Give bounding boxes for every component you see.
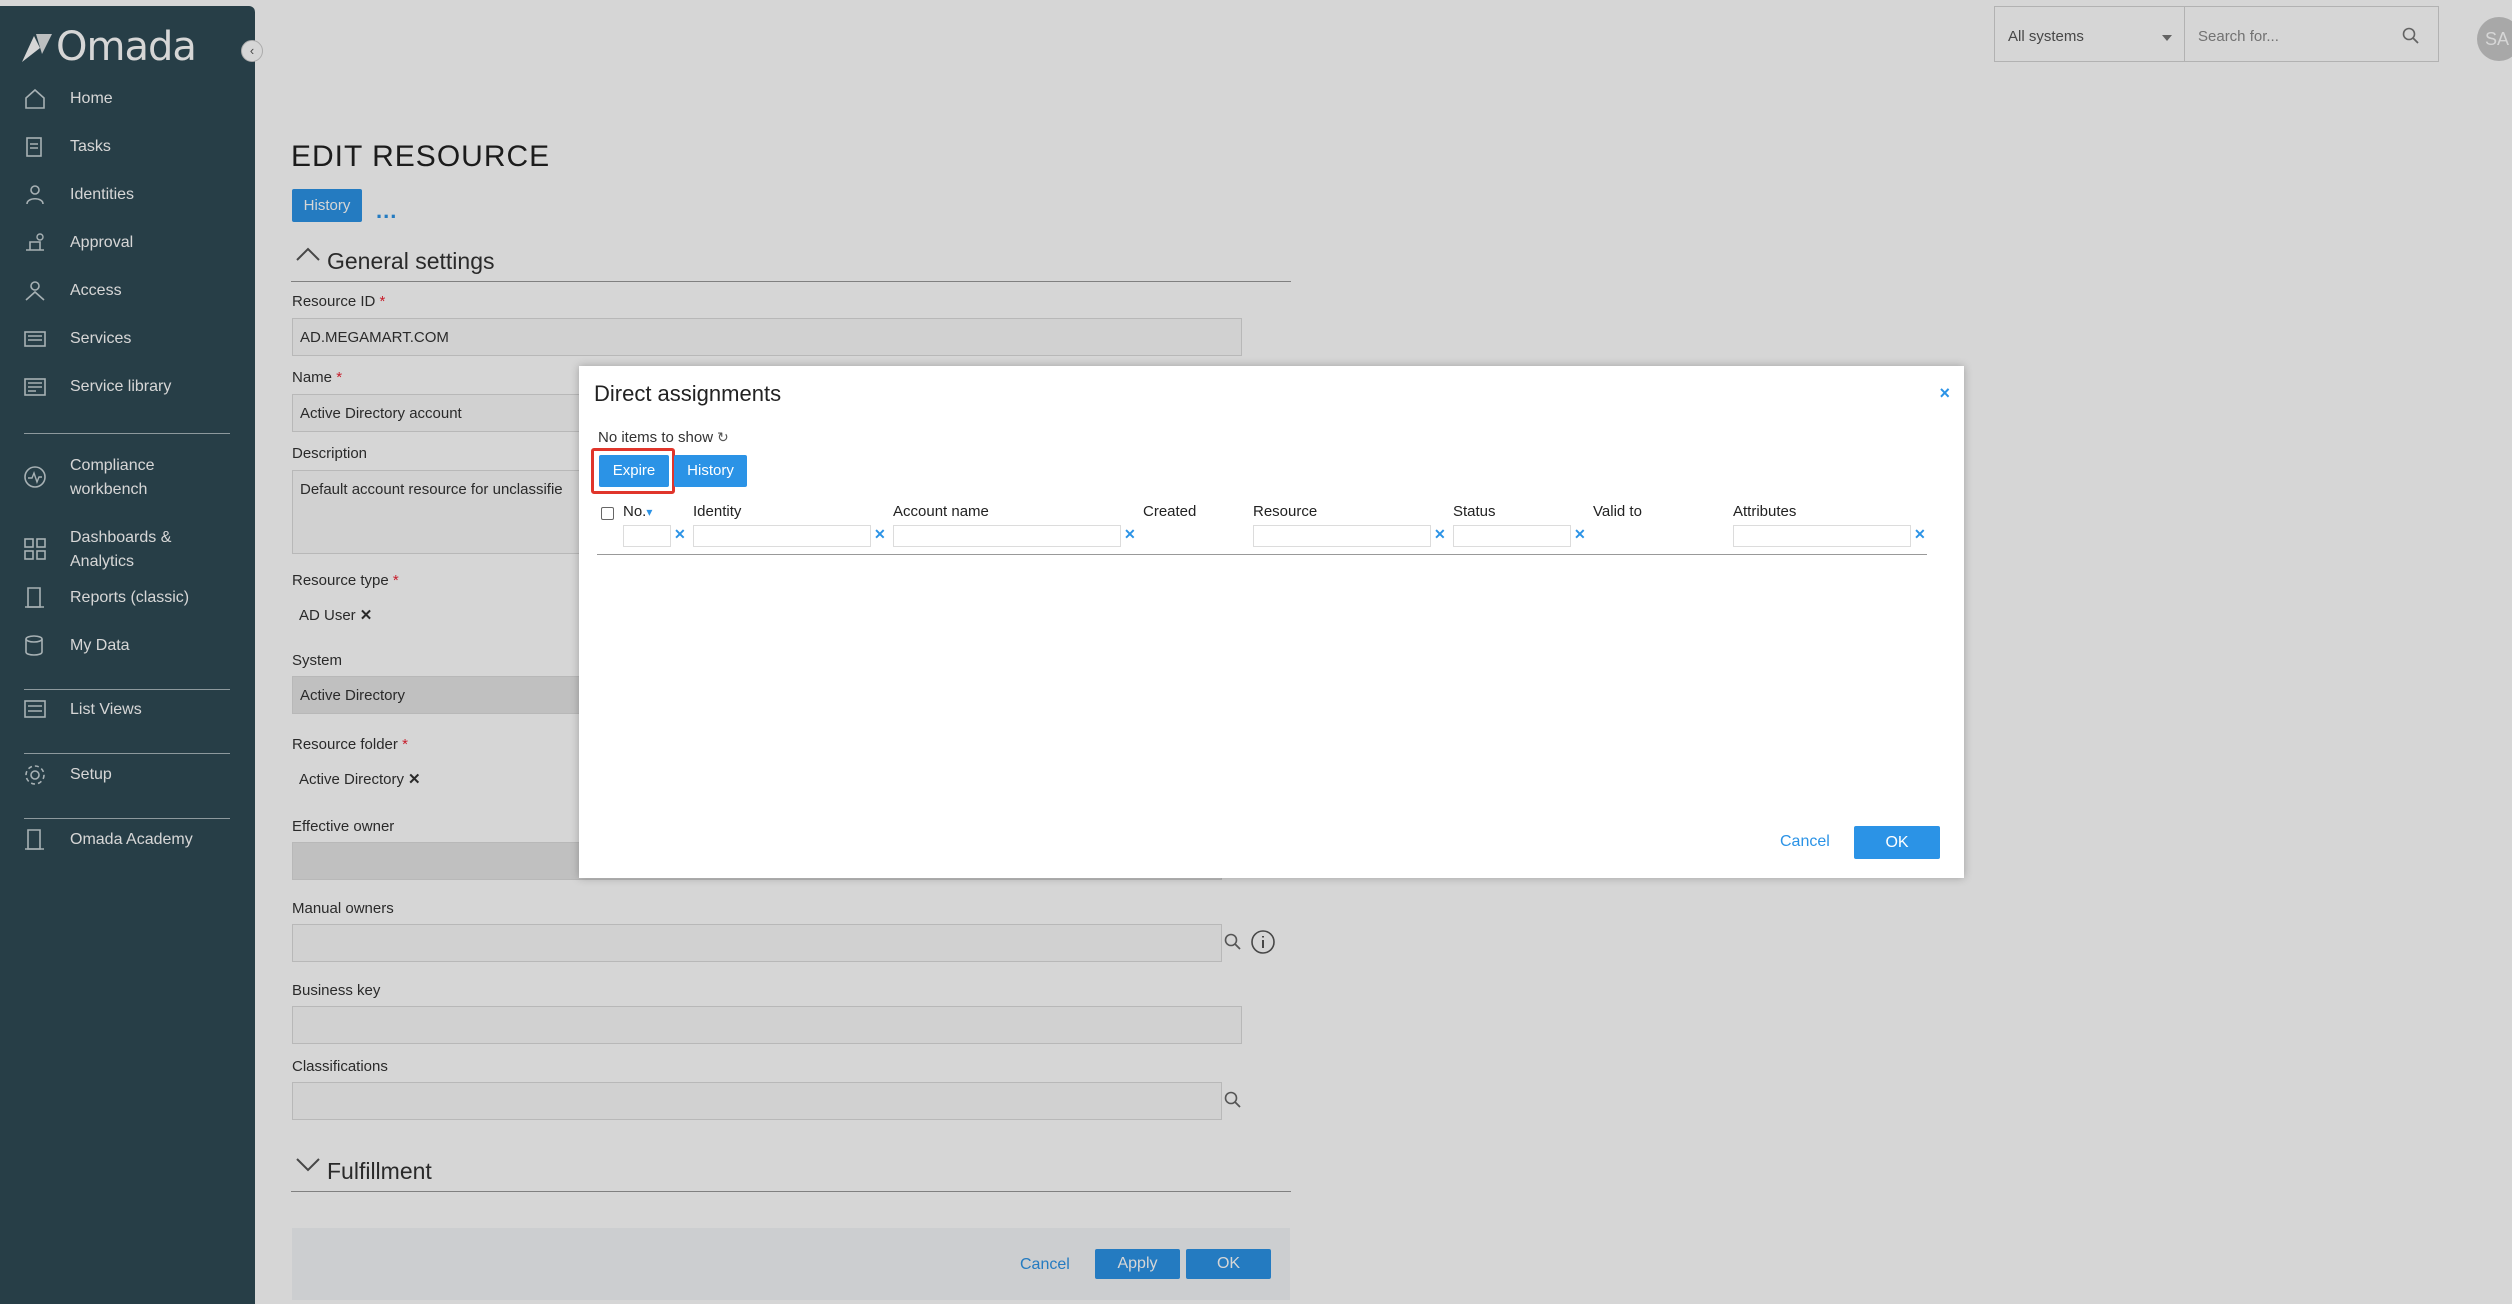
ok-button[interactable]: OK [1854, 826, 1940, 859]
column-header-valid-to[interactable]: Valid to [1593, 503, 1642, 520]
sort-icon: ▾ [646, 505, 653, 519]
close-icon[interactable]: × [1939, 383, 1950, 404]
column-header-resource[interactable]: Resource [1253, 503, 1317, 520]
filter-input-status[interactable] [1453, 525, 1571, 547]
column-header-identity[interactable]: Identity [693, 503, 741, 520]
filter-input-account-name[interactable] [893, 525, 1121, 547]
no-items-message: No items to show ↻ [598, 429, 729, 446]
column-header-no[interactable]: No.▾ [623, 503, 652, 520]
column-header-attributes[interactable]: Attributes [1733, 503, 1796, 520]
clear-filter-icon[interactable]: ✕ [1124, 526, 1136, 543]
dialog-title: Direct assignments [594, 381, 782, 406]
filter-input-identity[interactable] [693, 525, 871, 547]
column-header-created[interactable]: Created [1143, 503, 1196, 520]
history-button[interactable]: History [674, 455, 747, 487]
clear-filter-icon[interactable]: ✕ [1914, 526, 1926, 543]
filter-input-no[interactable] [623, 525, 671, 547]
highlight-box [591, 448, 675, 494]
clear-filter-icon[interactable]: ✕ [1574, 526, 1586, 543]
clear-filter-icon[interactable]: ✕ [1434, 526, 1446, 543]
cancel-button[interactable]: Cancel [1780, 833, 1830, 851]
clear-filter-icon[interactable]: ✕ [674, 526, 686, 543]
column-header-account-name[interactable]: Account name [893, 503, 989, 520]
table-divider [597, 554, 1927, 555]
clear-filter-icon[interactable]: ✕ [874, 526, 886, 543]
column-header-status[interactable]: Status [1453, 503, 1496, 520]
direct-assignments-dialog: Direct assignments × No items to show ↻ E… [579, 366, 1964, 878]
filter-input-attributes[interactable] [1733, 525, 1911, 547]
filter-input-resource[interactable] [1253, 525, 1431, 547]
select-all-checkbox[interactable] [601, 507, 614, 520]
refresh-icon[interactable]: ↻ [717, 429, 729, 445]
